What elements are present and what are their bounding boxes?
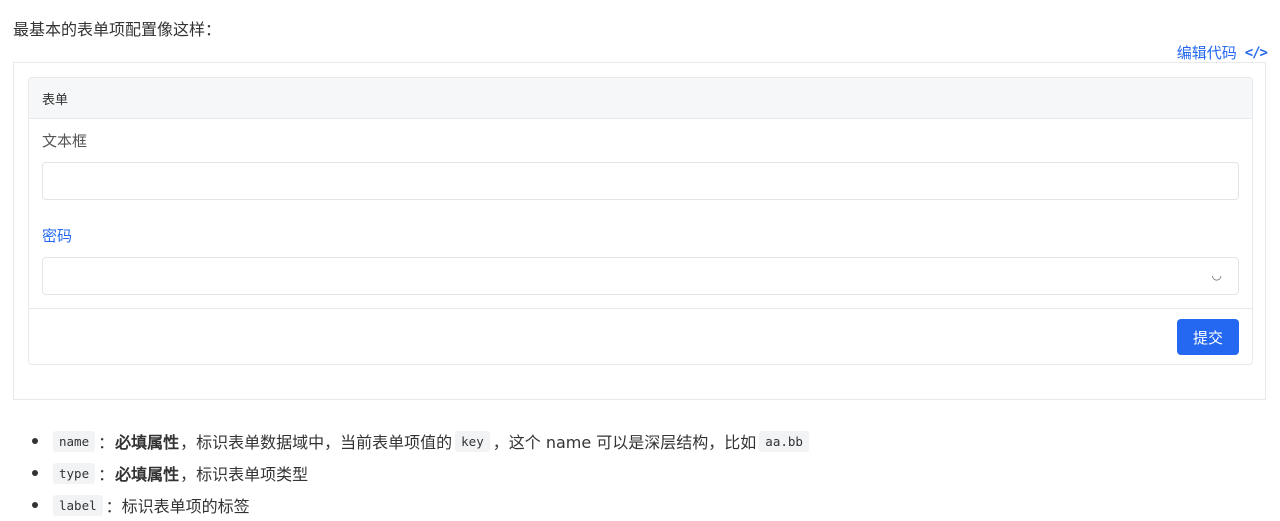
note-separator: ： xyxy=(105,497,122,516)
note-separator: ： xyxy=(98,465,115,484)
bullet-icon xyxy=(32,438,38,444)
demo-preview-box: 表单 文本框 密码 ◡ 提交 xyxy=(13,62,1266,400)
form-item-text: 文本框 xyxy=(42,130,1239,200)
inline-code: key xyxy=(455,430,490,452)
inline-code: name xyxy=(53,430,96,452)
edit-code-link[interactable]: 编辑代码 </> xyxy=(1176,42,1268,63)
password-field-label: 密码 xyxy=(42,227,73,245)
note-separator: ： xyxy=(98,433,115,452)
intro-text: 最基本的表单项配置像这样： xyxy=(13,20,222,39)
text-input[interactable] xyxy=(42,162,1239,200)
form-panel: 表单 文本框 密码 ◡ 提交 xyxy=(28,77,1253,365)
inline-code: aa.bb xyxy=(759,430,809,452)
form-panel-title: 表单 xyxy=(29,78,1252,119)
list-item: name ： 必填属性 ，标识表单数据域中，当前表单项值的 key ，这个 na… xyxy=(32,425,812,457)
note-text: ，标识表单项类型 xyxy=(180,465,309,484)
bullet-icon xyxy=(32,470,38,476)
inline-code: type xyxy=(53,462,96,484)
note-text: 标识表单项的标签 xyxy=(121,497,250,516)
note-bold: 必填属性 xyxy=(115,465,180,484)
text-field-label: 文本框 xyxy=(42,132,88,150)
note-text: ，标识表单数据域中，当前表单项值的 xyxy=(180,433,453,452)
password-select[interactable]: ◡ xyxy=(42,257,1239,295)
code-icon: </> xyxy=(1244,44,1268,61)
list-item: type ： 必填属性 ，标识表单项类型 xyxy=(32,457,812,489)
notes-list: name ： 必填属性 ，标识表单数据域中，当前表单项值的 key ，这个 na… xyxy=(32,425,812,521)
chevron-down-icon: ◡ xyxy=(1211,268,1222,282)
note-text: ，这个 name 可以是深层结构，比如 xyxy=(492,433,757,452)
inline-code: label xyxy=(53,494,103,516)
note-bold: 必填属性 xyxy=(115,433,180,452)
edit-code-label: 编辑代码 xyxy=(1176,44,1237,62)
form-item-password: 密码 ◡ xyxy=(42,225,1239,295)
form-footer: 提交 xyxy=(29,308,1252,364)
submit-button[interactable]: 提交 xyxy=(1177,319,1239,355)
bullet-icon xyxy=(32,502,38,508)
list-item: label ： 标识表单项的标签 xyxy=(32,489,812,521)
